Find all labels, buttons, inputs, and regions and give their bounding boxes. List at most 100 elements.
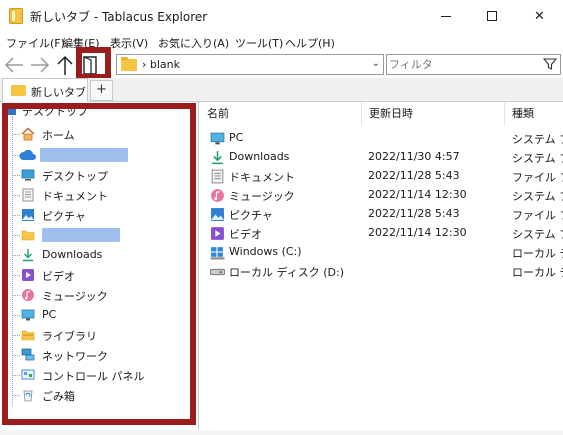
file-name: ドキュメント	[229, 171, 295, 184]
up-arrow-icon[interactable]	[53, 54, 77, 76]
download-icon	[212, 151, 223, 165]
list-item[interactable]: ローカル ディスク (D:) ローカル ディ	[200, 262, 563, 281]
file-name: ミュージック	[229, 190, 295, 203]
tree-line	[13, 275, 20, 276]
file-list: 名前 更新日時 種類 PC システム フ Downloads 2022/11/3…	[200, 102, 563, 435]
app-folder-icon	[9, 8, 23, 24]
column-name[interactable]: 名前	[200, 102, 362, 126]
tab-bar: 新しいタブ +	[0, 78, 563, 103]
tree-item-music[interactable]: ミュージック	[0, 285, 190, 305]
filter-funnel-icon[interactable]	[543, 57, 557, 71]
file-date: 2022/11/14 12:30	[368, 226, 467, 239]
list-item[interactable]: ミュージック 2022/11/14 12:30 システム フ	[200, 186, 563, 205]
library-icon	[21, 330, 35, 341]
bottom-edge	[0, 430, 563, 435]
filter-box[interactable]	[386, 54, 561, 75]
list-item[interactable]: ドキュメント 2022/11/28 5:43 ファイル フ	[200, 167, 563, 186]
tree-line	[13, 375, 20, 376]
file-type: システム フ	[512, 133, 563, 146]
list-item[interactable]: ピクチャ 2022/11/28 5:43 ファイル フ	[200, 205, 563, 224]
redacted-label	[40, 148, 128, 162]
menu-edit[interactable]: 編集(E)	[62, 35, 100, 51]
tree-item-label: ミュージック	[42, 290, 108, 303]
tree-item-videos[interactable]: ビデオ	[0, 265, 190, 285]
maximize-icon	[487, 11, 497, 21]
tree-item-documents[interactable]: ドキュメント	[0, 185, 190, 205]
list-item[interactable]: PC システム フ	[200, 129, 563, 148]
tree-item-folder[interactable]	[0, 225, 190, 245]
tree-line	[13, 235, 20, 236]
column-date[interactable]: 更新日時	[362, 102, 505, 126]
tree-item-label: ビデオ	[42, 270, 75, 283]
file-name: Windows (C:)	[229, 245, 302, 258]
list-item[interactable]: Downloads 2022/11/30 4:57 システム フ	[200, 148, 563, 167]
window-title: 新しいタブ - Tablacus Explorer	[30, 10, 208, 24]
tree-item-onedrive[interactable]	[0, 145, 190, 165]
pc-icon	[210, 132, 225, 145]
menu-view[interactable]: 表示(V)	[110, 35, 148, 51]
menu-file[interactable]: ファイル(F)	[6, 35, 65, 51]
list-item[interactable]: Windows (C:) ローカル ディ	[200, 243, 563, 262]
tree-item-network[interactable]: ネットワーク	[0, 345, 190, 365]
title-bar: 新しいタブ - Tablacus Explorer ✕	[0, 0, 563, 32]
tree-line	[13, 335, 20, 336]
address-path: › blank	[142, 58, 181, 71]
column-type[interactable]: 種類	[505, 102, 563, 126]
file-name: ピクチャ	[229, 209, 273, 222]
menu-tools[interactable]: ツール(T)	[235, 35, 283, 51]
address-bar[interactable]: › blank ⌄	[116, 54, 384, 75]
minimize-icon	[441, 15, 451, 17]
file-type: システム フ	[512, 228, 563, 241]
forward-arrow-icon[interactable]	[28, 54, 52, 76]
menu-favorites[interactable]: お気に入り(A)	[158, 35, 229, 51]
tree-line	[13, 175, 20, 176]
tree-item-control-panel[interactable]: コントロール パネル	[0, 365, 190, 385]
file-date: 2022/11/28 5:43	[368, 207, 460, 220]
tree-item-pictures[interactable]: ピクチャ	[0, 205, 190, 225]
music-icon	[211, 189, 224, 202]
close-button[interactable]: ✕	[516, 0, 563, 32]
folder-icon	[121, 57, 137, 71]
add-tab-button[interactable]: +	[90, 80, 113, 101]
tree-item-label: ライブラリ	[42, 330, 97, 343]
file-type: ローカル ディ	[512, 266, 563, 279]
file-type: システム フ	[512, 152, 563, 165]
tree-line	[13, 215, 20, 216]
tree-item-desktop-root[interactable]: デスクトップ	[0, 102, 190, 122]
file-date: 2022/11/28 5:43	[368, 169, 460, 182]
book-icon[interactable]	[79, 54, 103, 76]
folder-tree: デスクトップ ホーム デスクトップ ドキュメント ピクチャ Downloads …	[0, 102, 199, 435]
recycle-bin-icon	[23, 390, 33, 402]
filter-input[interactable]	[389, 57, 539, 72]
tree-line	[13, 295, 20, 296]
tree-item-libraries[interactable]: ライブラリ	[0, 325, 190, 345]
tree-item-label: ピクチャ	[42, 210, 86, 223]
tree-item-pc[interactable]: PC	[0, 305, 190, 325]
close-icon: ✕	[534, 8, 545, 24]
back-arrow-icon[interactable]	[2, 54, 26, 76]
tree-item-label: デスクトップ	[42, 170, 108, 183]
tree-item-label: ホーム	[42, 129, 75, 142]
video-icon	[211, 227, 224, 240]
chevron-down-icon[interactable]: ⌄	[372, 58, 380, 69]
file-type: ローカル ディ	[512, 247, 563, 260]
control-panel-icon	[21, 369, 35, 380]
onedrive-cloud-icon	[19, 149, 36, 160]
tree-item-home[interactable]: ホーム	[0, 124, 190, 144]
maximize-button[interactable]	[469, 0, 515, 32]
tree-item-label: ドキュメント	[42, 190, 108, 203]
tab-new[interactable]: 新しいタブ	[2, 78, 88, 103]
tree-item-label: ごみ箱	[42, 390, 75, 403]
document-icon	[211, 169, 224, 184]
list-item[interactable]: ビデオ 2022/11/14 12:30 システム フ	[200, 224, 563, 243]
tree-item-recycle-bin[interactable]: ごみ箱	[0, 385, 190, 405]
tree-item-label: デスクトップ	[22, 105, 88, 118]
tree-item-desktop[interactable]: デスクトップ	[0, 165, 190, 185]
file-type: ファイル フ	[512, 171, 563, 184]
file-date: 2022/11/14 12:30	[368, 188, 467, 201]
minimize-button[interactable]	[423, 0, 469, 32]
menu-help[interactable]: ヘルプ(H)	[285, 35, 335, 51]
tree-item-downloads[interactable]: Downloads	[0, 245, 190, 265]
tree-item-label: コントロール パネル	[42, 370, 145, 383]
tree-line	[13, 355, 20, 356]
